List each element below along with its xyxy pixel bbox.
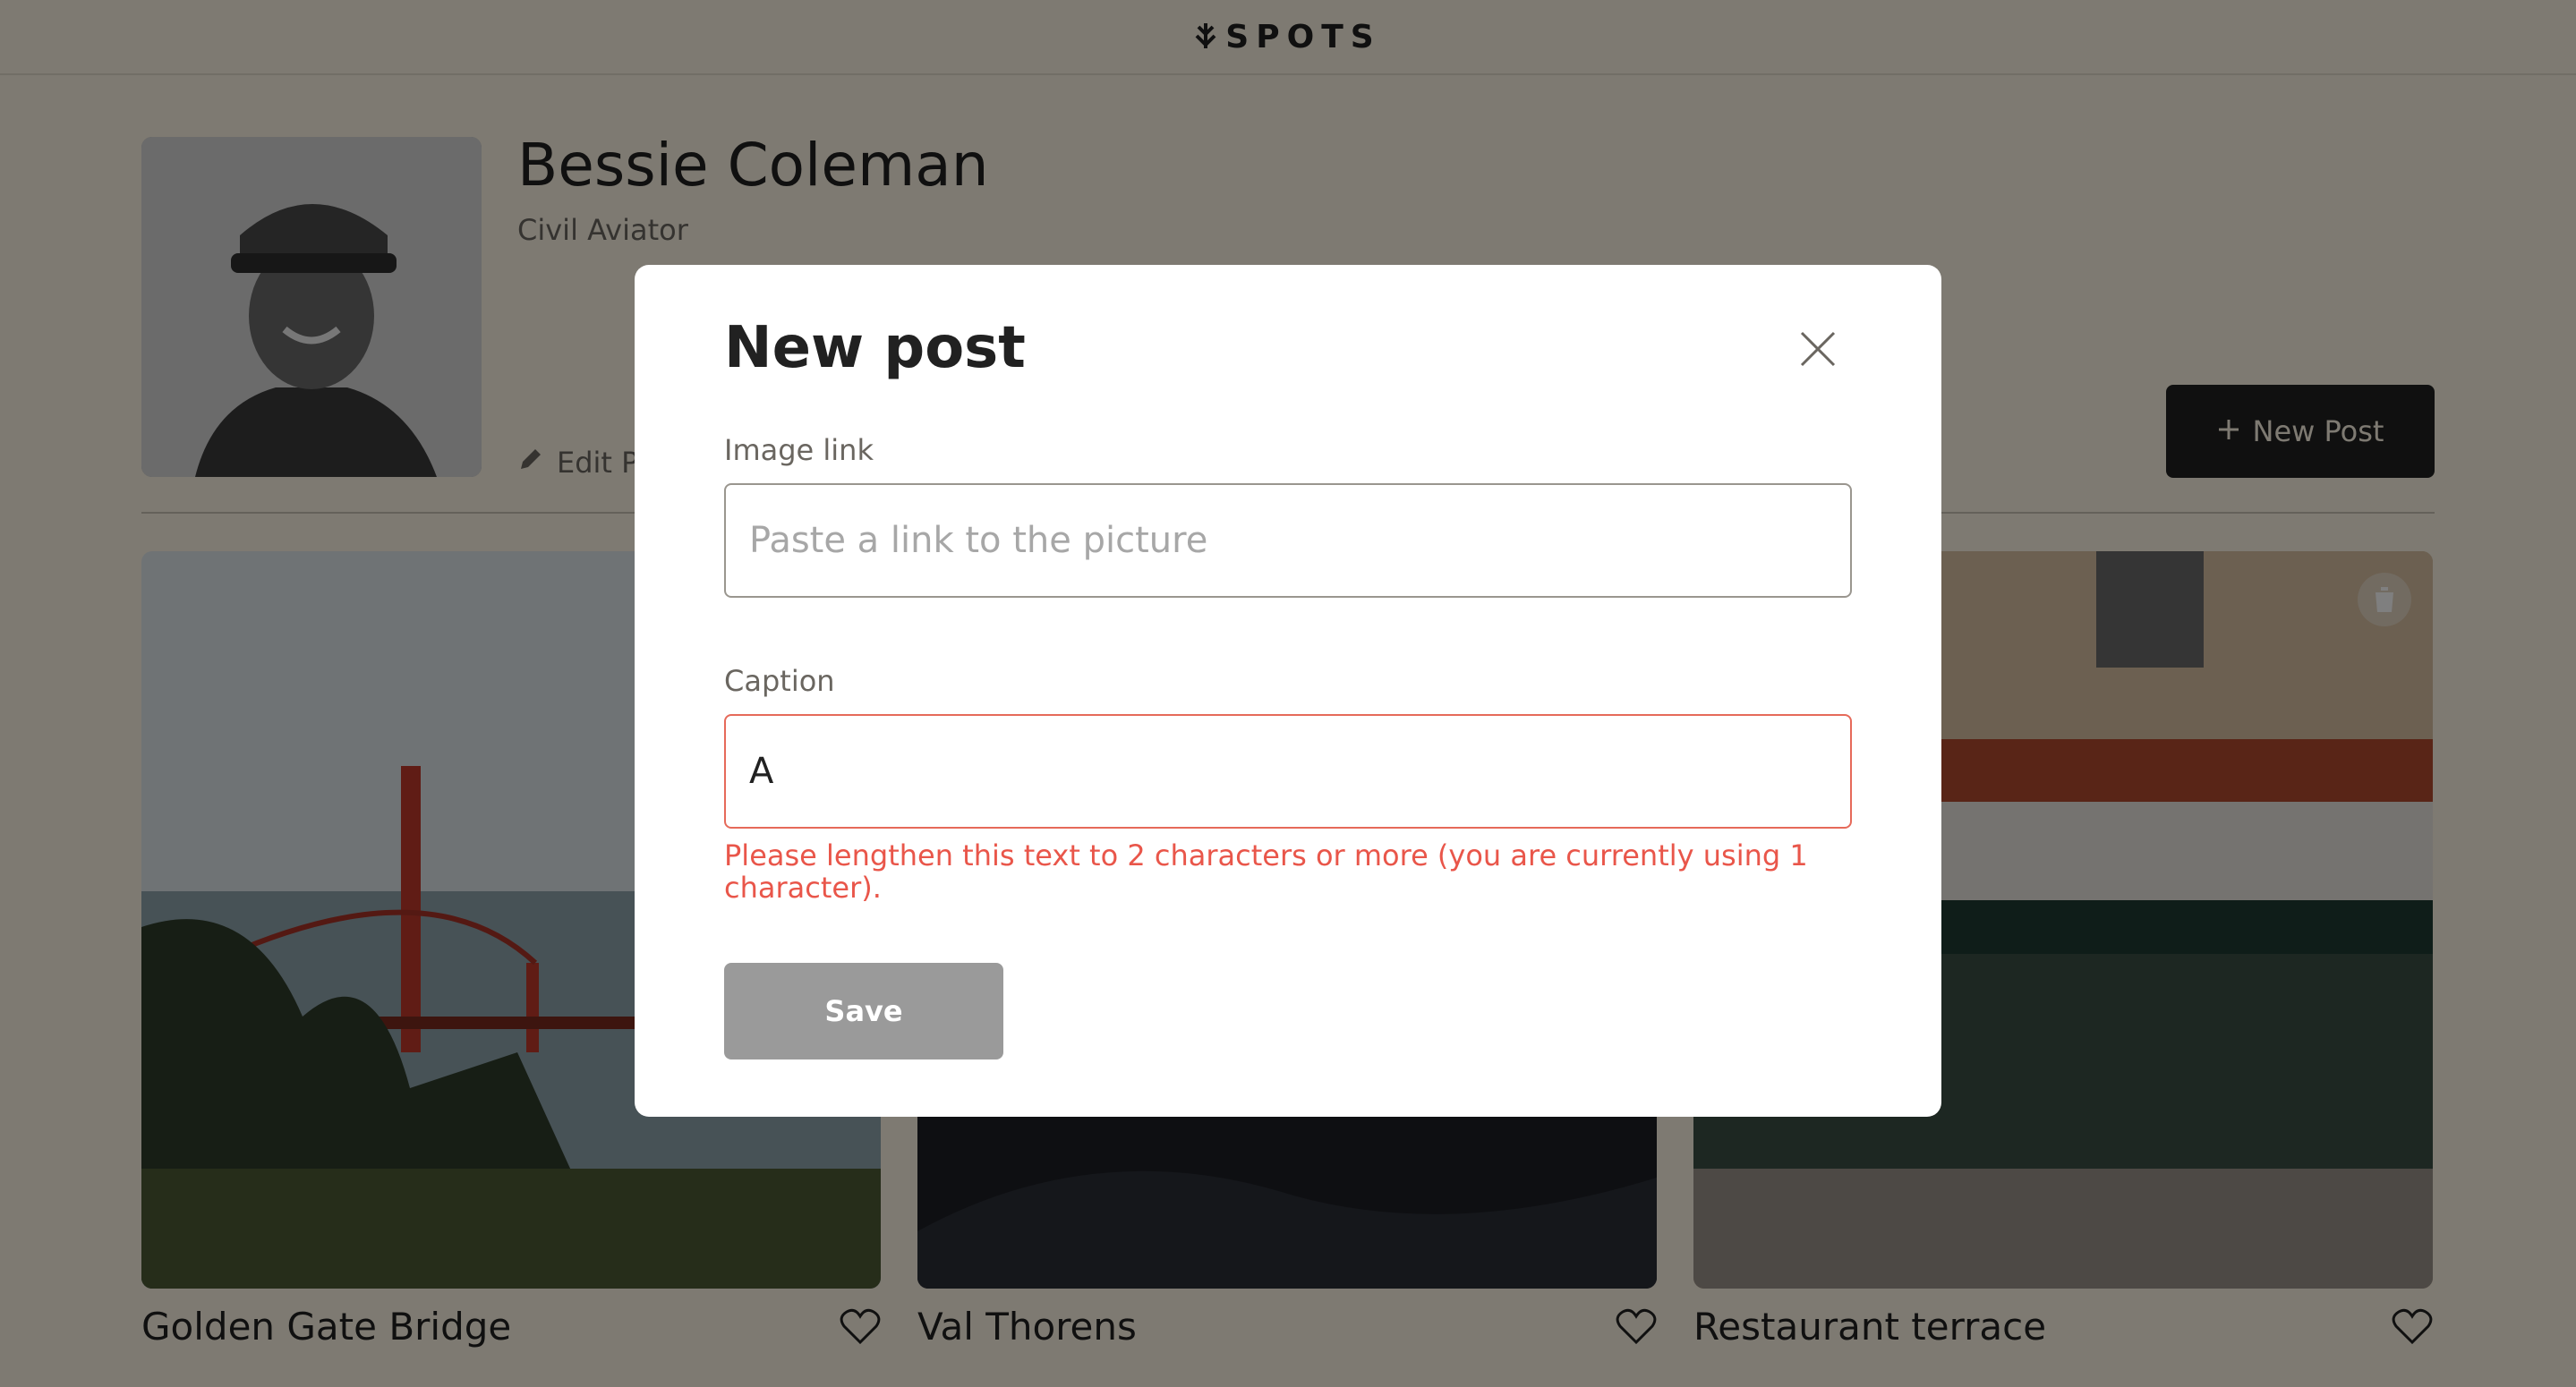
caption-label: Caption: [724, 664, 835, 698]
close-icon[interactable]: [1798, 329, 1838, 369]
save-button[interactable]: Save: [724, 963, 1003, 1059]
modal-title: New post: [724, 315, 1026, 381]
caption-error-message: Please lengthen this text to 2 character…: [724, 838, 1808, 905]
new-post-modal: New post Image link Caption Please lengt…: [635, 265, 1941, 1117]
image-link-label: Image link: [724, 433, 874, 467]
caption-input[interactable]: [724, 714, 1852, 829]
image-link-input[interactable]: [724, 483, 1852, 598]
